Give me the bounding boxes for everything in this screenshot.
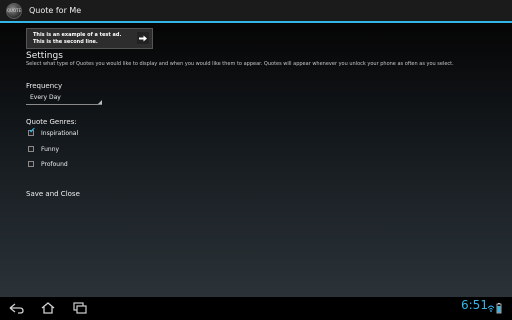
ad-text: This is an example of a test ad. This is…	[33, 32, 122, 45]
genre-funny-row[interactable]: Funny	[28, 144, 59, 154]
app-title: Quote for Me	[29, 6, 82, 15]
profound-checkbox[interactable]	[28, 161, 34, 167]
action-bar: QUOTE Quote for Me	[0, 0, 512, 23]
frequency-dropdown[interactable]: Every Day	[26, 93, 102, 105]
app-logo-icon[interactable]: QUOTE	[6, 2, 22, 19]
recent-apps-icon[interactable]	[72, 301, 88, 315]
wifi-battery-icon[interactable]	[487, 302, 503, 314]
inspirational-checkbox[interactable]: ✔	[28, 126, 36, 136]
app-logo-text: QUOTE	[6, 8, 22, 13]
arrow-right-icon-glyph	[139, 35, 147, 41]
genre-label: Funny	[41, 145, 60, 153]
system-nav-bar: 6:51	[0, 297, 512, 320]
settings-description: Select what type of Quotes you would lik…	[26, 61, 454, 67]
arrow-right-icon[interactable]	[137, 32, 149, 44]
ad-banner[interactable]: This is an example of a test ad. This is…	[26, 28, 153, 49]
settings-title: Settings	[26, 51, 63, 61]
genre-label: Profound	[41, 160, 68, 168]
genre-inspirational-row[interactable]: ✔ Inspirational	[28, 126, 79, 138]
home-icon[interactable]	[40, 301, 56, 315]
status-clock[interactable]: 6:51	[461, 298, 488, 312]
genre-profound-row[interactable]: Profound	[28, 159, 68, 169]
quote-genres-label: Quote Genres:	[26, 118, 77, 126]
dropdown-arrow-icon	[98, 100, 102, 104]
frequency-label: Frequency	[26, 82, 63, 90]
funny-checkbox[interactable]	[28, 146, 34, 152]
settings-content: This is an example of a test ad. This is…	[0, 23, 512, 297]
genre-label: Inspirational	[41, 129, 79, 137]
save-and-close-button[interactable]: Save and Close	[26, 190, 80, 198]
back-icon[interactable]	[8, 301, 24, 315]
checkmark-icon: ✔	[29, 126, 36, 135]
frequency-selected-value: Every Day	[30, 94, 61, 101]
